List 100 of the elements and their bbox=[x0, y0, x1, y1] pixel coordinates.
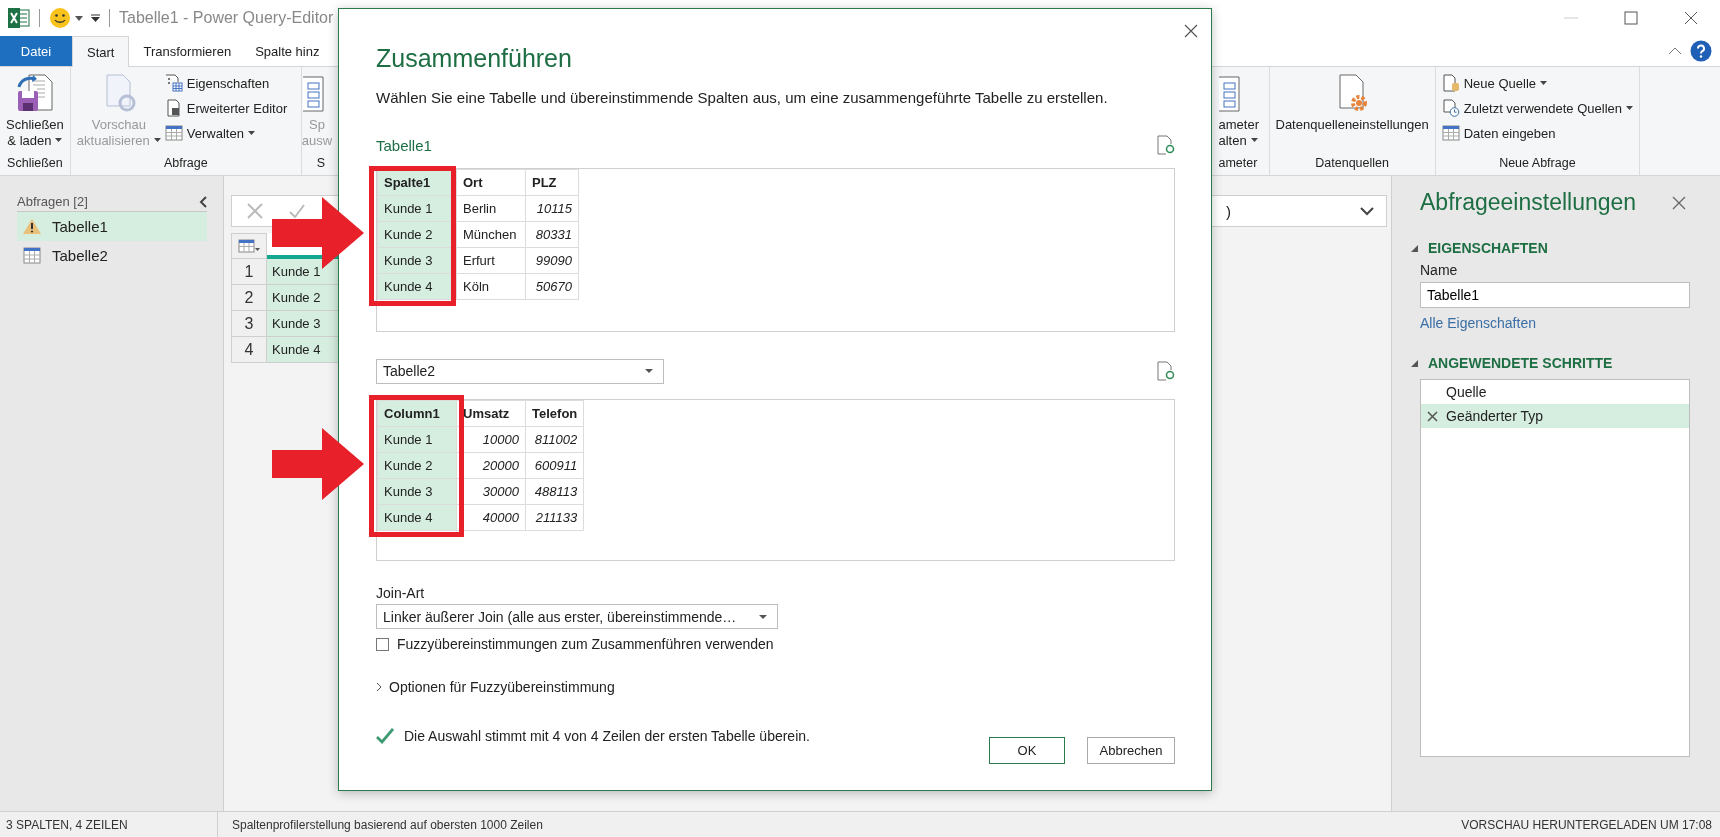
document-icon bbox=[164, 99, 183, 117]
refresh-document-icon[interactable] bbox=[1157, 361, 1175, 381]
table-cell: 488113 bbox=[525, 478, 584, 505]
window-title: Tabelle1 - Power Query-Editor bbox=[119, 9, 334, 27]
cancel-button[interactable]: Abbrechen bbox=[1087, 737, 1175, 764]
dropdown-caret-icon bbox=[645, 369, 653, 373]
database-document-icon bbox=[1441, 74, 1460, 92]
table-cell: 211133 bbox=[525, 504, 584, 531]
collapse-ribbon-icon[interactable] bbox=[1668, 47, 1682, 55]
collapse-triangle-icon[interactable] bbox=[1411, 244, 1418, 252]
row-number: 1 bbox=[231, 259, 267, 285]
expand-chevron-icon[interactable] bbox=[1360, 206, 1374, 216]
table-menu[interactable] bbox=[231, 233, 267, 259]
ribbon-button[interactable]: Erweiterter Editor bbox=[164, 98, 288, 118]
group-label: Abfrage bbox=[162, 155, 209, 172]
dropdown-caret-icon[interactable] bbox=[75, 15, 83, 21]
table-cell: 811002 bbox=[525, 426, 584, 453]
join-kind-dropdown[interactable]: Linker äußerer Join (alle aus erster, übereinstimmende… bbox=[376, 604, 778, 629]
table-cell: 80331 bbox=[525, 221, 579, 248]
dropdown-caret-icon bbox=[247, 131, 255, 135]
dropdown-caret-icon bbox=[759, 614, 767, 619]
table-cell: 99090 bbox=[525, 247, 579, 274]
group-label: Datenquellen bbox=[1314, 155, 1390, 172]
ribbon-button[interactable]: Daten eingeben bbox=[1441, 123, 1633, 143]
row-number: 3 bbox=[231, 311, 267, 337]
table-cell: 10115 bbox=[525, 195, 579, 222]
properties-icon bbox=[164, 74, 183, 92]
section-heading: EIGENSCHAFTEN bbox=[1428, 240, 1548, 256]
dropdown-caret-icon bbox=[1250, 137, 1258, 142]
checkbox[interactable] bbox=[376, 637, 389, 651]
refresh-document-icon[interactable] bbox=[1157, 135, 1175, 155]
table-cell: Köln bbox=[456, 273, 526, 300]
file-tab[interactable]: Datei bbox=[0, 36, 72, 66]
all-properties-link[interactable]: Alle Eigenschaften bbox=[1420, 315, 1720, 331]
field-label: Name bbox=[1420, 262, 1459, 278]
table-cell: Kunde 1 bbox=[377, 426, 457, 453]
field-label: Join-Art bbox=[376, 585, 426, 601]
collapse-chevron-icon[interactable] bbox=[199, 195, 207, 208]
ribbon-button[interactable]: Eigenschaften bbox=[164, 73, 288, 93]
dropdown-caret-icon bbox=[1540, 81, 1547, 85]
ribbon-button[interactable]: Datenquelleneinstellungen bbox=[1275, 71, 1429, 153]
step-item[interactable]: Quelle bbox=[1421, 380, 1689, 404]
collapse-triangle-icon[interactable] bbox=[1411, 359, 1418, 367]
spreadsheet-app-icon bbox=[8, 8, 30, 28]
help-icon[interactable] bbox=[1690, 40, 1712, 62]
status-text: VORSCHAU HERUNTERGELADEN UM 17:08 bbox=[1461, 817, 1713, 832]
close-icon[interactable] bbox=[1672, 195, 1686, 210]
match-message: Die Auswahl stimmt mit 4 von 4 Zeilen der ersten Tabelle überein. bbox=[404, 728, 810, 744]
ok-button[interactable]: OK bbox=[989, 737, 1065, 764]
name-field[interactable]: Tabelle1 bbox=[1420, 282, 1690, 308]
fuzzy-checkbox[interactable]: Fuzzyübereinstimmungen zum Zusammenführen verwenden bbox=[376, 636, 1175, 652]
dropdown-caret-icon bbox=[55, 137, 63, 142]
section-heading: ANGEWENDETE SCHRITTE bbox=[1428, 355, 1613, 371]
clock-document-icon bbox=[1441, 99, 1460, 117]
column-header[interactable]: Telefon bbox=[525, 400, 584, 427]
table-cell: Berlin bbox=[456, 195, 526, 222]
table-dropdown[interactable]: Tabelle2 bbox=[376, 358, 664, 384]
table-cell: 50670 bbox=[525, 273, 579, 300]
dialog-description: Wählen Sie eine Tabelle und übereinstimmende Spalten aus, um eine zusammengeführte Tabelle zu erstellen. bbox=[376, 89, 1109, 106]
status-text: Spaltenprofilerstellung basierend auf obersten 1000 Zeilen bbox=[231, 817, 543, 832]
table-cell: 600911 bbox=[525, 452, 584, 479]
checkmark-icon[interactable] bbox=[288, 202, 306, 220]
delete-icon[interactable] bbox=[1427, 410, 1438, 422]
close-icon[interactable] bbox=[1684, 11, 1698, 25]
ribbon-button[interactable]: Zuletzt verwendete Quellen bbox=[1441, 98, 1633, 118]
ribbon-button[interactable]: ameter alten bbox=[1218, 71, 1259, 153]
smiley-icon[interactable] bbox=[49, 7, 71, 29]
table-name: Tabelle1 bbox=[376, 136, 432, 154]
dropdown-caret-icon bbox=[153, 137, 161, 142]
panel-title: Abfrageeinstellungen bbox=[1420, 189, 1637, 216]
row-number: 4 bbox=[231, 337, 267, 363]
ribbon-tab[interactable]: Transformieren bbox=[129, 36, 246, 66]
table-cell: Kunde 3 bbox=[377, 478, 457, 505]
step-item[interactable]: Geänderter Typ bbox=[1421, 404, 1689, 428]
ribbon-tab[interactable]: Spalte hinz bbox=[245, 36, 320, 66]
status-text: 3 SPALTEN, 4 ZEILEN bbox=[0, 812, 218, 837]
query-item[interactable]: Tabelle1 bbox=[17, 212, 207, 241]
query-item[interactable]: Tabelle2 bbox=[17, 241, 207, 270]
group-label: Neue Abfrage bbox=[1498, 155, 1577, 172]
table-icon bbox=[164, 124, 183, 142]
group-label: S bbox=[315, 155, 326, 172]
ribbon-button[interactable]: Verwalten bbox=[164, 123, 288, 143]
queries-heading: Abfragen [2] bbox=[17, 194, 88, 209]
group-label: Schließen bbox=[6, 155, 64, 172]
column-header[interactable]: PLZ bbox=[525, 169, 579, 196]
fuzzy-options-expander[interactable]: Optionen für Fuzzyübereinstimmung bbox=[376, 679, 1175, 695]
quick-access-menu-icon[interactable] bbox=[91, 14, 100, 22]
table-cell: Erfurt bbox=[456, 247, 526, 274]
table-icon bbox=[238, 238, 260, 254]
ribbon-button[interactable]: Neue Quelle bbox=[1441, 73, 1633, 93]
ribbon-button[interactable]: Schließen & laden bbox=[6, 71, 64, 153]
table-cell: Kunde 4 bbox=[377, 504, 457, 531]
dialog-title: Zusammenführen bbox=[376, 44, 573, 73]
column-header[interactable]: Ort bbox=[456, 169, 526, 196]
column-header[interactable]: Umsatz bbox=[456, 400, 526, 427]
table-cell: Kunde 2 bbox=[377, 452, 457, 479]
ribbon-tab[interactable]: Start bbox=[72, 36, 130, 67]
column-header[interactable]: Column1 bbox=[377, 400, 457, 427]
row-number: 2 bbox=[231, 285, 267, 311]
close-icon[interactable] bbox=[1184, 24, 1198, 38]
